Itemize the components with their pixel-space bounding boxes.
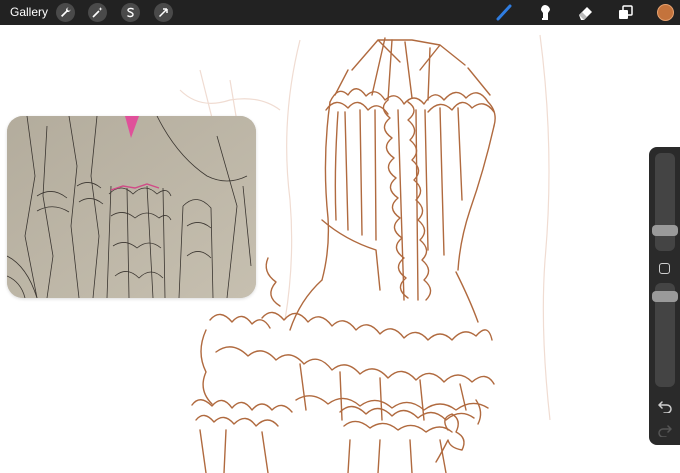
gallery-button[interactable]: Gallery	[10, 4, 48, 20]
reference-sketch-image	[7, 116, 256, 298]
reference-photo[interactable]	[7, 116, 256, 298]
brush-sidebar	[649, 147, 680, 445]
layers-icon[interactable]	[616, 3, 635, 22]
opacity-slider[interactable]	[652, 283, 678, 387]
redo-icon[interactable]	[657, 423, 673, 438]
brush-size-thumb[interactable]	[652, 225, 678, 236]
top-toolbar: Gallery	[0, 0, 680, 25]
brush-icon[interactable]	[495, 3, 514, 22]
wrench-icon[interactable]	[56, 3, 75, 22]
drawing-canvas[interactable]	[0, 25, 680, 473]
undo-icon[interactable]	[657, 399, 673, 414]
transform-icon[interactable]	[154, 3, 173, 22]
modify-button[interactable]	[659, 263, 670, 274]
selection-icon[interactable]	[121, 3, 140, 22]
opacity-thumb[interactable]	[652, 291, 678, 302]
smudge-icon[interactable]	[536, 3, 555, 22]
magic-wand-icon[interactable]	[88, 3, 107, 22]
brush-size-slider[interactable]	[652, 153, 678, 251]
eraser-icon[interactable]	[576, 3, 595, 22]
color-picker-button[interactable]	[657, 4, 674, 21]
